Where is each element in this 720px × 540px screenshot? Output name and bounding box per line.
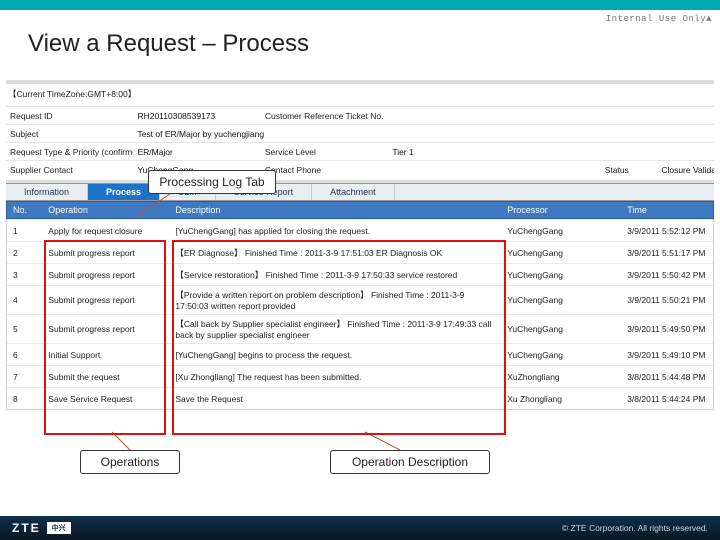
label-contact-phone: Contact Phone [261, 163, 388, 177]
table-row: 4Submit progress report【Provide a writte… [7, 285, 713, 314]
form-row-requestid: Request ID RH20110308539173 Customer Ref… [6, 106, 714, 124]
form-row-type: Request Type & Priority (confirmed) ER/M… [6, 142, 714, 160]
cell-op: Save Service Request [42, 391, 169, 407]
col-description: Description [169, 202, 501, 218]
logo-sub: 中兴 [47, 522, 71, 534]
tabs: Information Process SLM Service Report A… [6, 183, 714, 201]
cell-op: Submit progress report [42, 245, 169, 261]
col-processor: Processor [501, 202, 621, 218]
cell-time: 3/8/2011 5:44:24 PM [621, 391, 713, 407]
tab-attachment[interactable]: Attachment [312, 184, 395, 200]
footer: ZTE 中兴 © ZTE Corporation. All rights res… [0, 516, 720, 540]
footer-logo: ZTE 中兴 [12, 521, 71, 535]
col-time: Time [621, 202, 713, 218]
cell-op: Submit progress report [42, 267, 169, 283]
callout-operations: Operations [80, 450, 180, 474]
connector-desc [360, 430, 410, 452]
cell-desc: [YuChengGang] has applied for closing th… [169, 223, 501, 239]
table-row: 5Submit progress report【Call back by Sup… [7, 314, 713, 343]
cell-op: Submit progress report [42, 292, 169, 308]
cell-desc: [YuChengGang] begins to process the requ… [169, 347, 501, 363]
cell-desc: 【Service restoration】 Finished Time : 20… [169, 266, 501, 284]
col-no: No. [7, 202, 42, 218]
label-request-id: Request ID [6, 109, 133, 123]
label-customer-ref: Customer Reference Ticket No. [261, 109, 388, 123]
form-row-contact: Supplier Contact YuChengGang Contact Pho… [6, 160, 714, 178]
table-row: 2Submit progress report【ER Diagnose】 Fin… [7, 241, 713, 263]
value-type-priority: ER/Major [133, 145, 260, 159]
table-row: 7Submit the request[Xu Zhongliang] The r… [7, 365, 713, 387]
cell-desc: 【Call back by Supplier specialist engine… [169, 315, 501, 343]
label-service-level: Service Level [261, 145, 388, 159]
cell-desc: [Xu Zhongliang] The request has been sub… [169, 369, 501, 385]
value-subject: Test of ER/Major by yuchengjiang [133, 127, 714, 141]
label-supplier-contact: Supplier Contact [6, 163, 133, 177]
value-request-id: RH20110308539173 [133, 109, 260, 123]
value-service-level: Tier 1 [388, 145, 600, 159]
label-subject: Subject [6, 127, 133, 141]
table-row: 1Apply for request closure[YuChengGang] … [7, 219, 713, 241]
value-customer-ref [388, 114, 600, 118]
footer-copyright: © ZTE Corporation. All rights reserved. [562, 523, 708, 533]
cell-op: Submit the request [42, 369, 169, 385]
cell-time: 3/9/2011 5:51:17 PM [621, 245, 713, 261]
cell-proc: YuChengGang [501, 292, 621, 308]
cell-proc: Xu Zhongliang [501, 391, 621, 407]
logo-text: ZTE [12, 521, 41, 535]
cell-no: 6 [7, 347, 42, 363]
cell-no: 8 [7, 391, 42, 407]
cell-proc: YuChengGang [501, 267, 621, 283]
cell-time: 3/9/2011 5:49:10 PM [621, 347, 713, 363]
cell-no: 3 [7, 267, 42, 283]
cell-desc: Save the Request [169, 391, 501, 407]
col-operation: Operation [42, 202, 169, 218]
table-row: 8Save Service RequestSave the RequestXu … [7, 387, 713, 409]
cell-no: 4 [7, 292, 42, 308]
accent-bar [0, 0, 720, 10]
cell-no: 1 [7, 223, 42, 239]
cell-time: 3/9/2011 5:52:12 PM [621, 223, 713, 239]
cell-proc: YuChengGang [501, 321, 621, 337]
cell-time: 3/9/2011 5:50:21 PM [621, 292, 713, 308]
cell-proc: YuChengGang [501, 223, 621, 239]
connector-ops [110, 430, 150, 452]
cell-proc: YuChengGang [501, 347, 621, 363]
cell-op: Apply for request closure [42, 223, 169, 239]
classification: Internal Use Only▲ [606, 14, 712, 24]
cell-time: 3/9/2011 5:49:50 PM [621, 321, 713, 337]
table-row: 3Submit progress report【Service restorat… [7, 263, 713, 285]
cell-desc: 【Provide a written report on problem des… [169, 286, 501, 314]
cell-proc: XuZhongliang [501, 369, 621, 385]
callout-processing-log-tab: Processing Log Tab [148, 170, 276, 194]
cell-no: 5 [7, 321, 42, 337]
callout-operation-description: Operation Description [330, 450, 490, 474]
form-row-subject: Subject Test of ER/Major by yuchengjiang [6, 124, 714, 142]
log-header: No. Operation Description Processor Time [6, 201, 714, 219]
cell-no: 2 [7, 245, 42, 261]
cell-no: 7 [7, 369, 42, 385]
timezone-label: 【Current TimeZone:GMT+8:00】 [6, 84, 714, 106]
cell-desc: 【ER Diagnose】 Finished Time : 2011-3-9 1… [169, 244, 501, 262]
log-rows: 1Apply for request closure[YuChengGang] … [6, 219, 714, 410]
value-status: Closure Validating [657, 163, 714, 177]
cell-time: 3/8/2011 5:44:48 PM [621, 369, 713, 385]
app-panel: 【Current TimeZone:GMT+8:00】 Request ID R… [6, 80, 714, 410]
cell-proc: YuChengGang [501, 245, 621, 261]
cell-time: 3/9/2011 5:50:42 PM [621, 267, 713, 283]
label-status: Status [601, 163, 658, 177]
cell-op: Submit progress report [42, 321, 169, 337]
table-row: 6Initial Support[YuChengGang] begins to … [7, 343, 713, 365]
cell-op: Initial Support [42, 347, 169, 363]
value-contact-phone [388, 168, 600, 172]
tab-information[interactable]: Information [6, 184, 88, 200]
label-type-priority: Request Type & Priority (confirmed) [6, 145, 133, 159]
